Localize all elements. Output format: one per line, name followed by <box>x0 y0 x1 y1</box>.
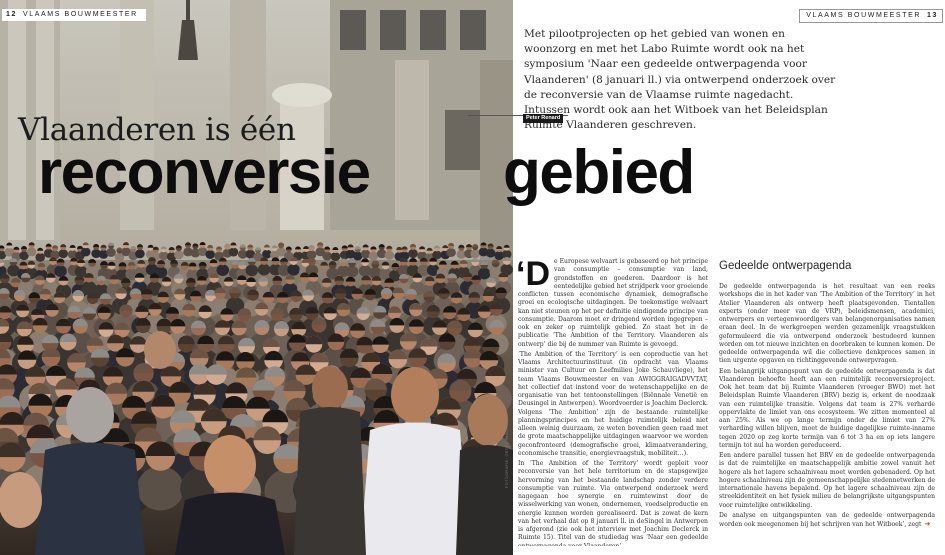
running-title-right: VLAAMS BOUWMEESTER <box>806 12 921 19</box>
running-header-right: VLAAMS BOUWMEESTER 13 <box>799 9 943 23</box>
body-paragraph-text: De analyse en uitgangspunten van de gede… <box>719 511 935 528</box>
page-number-left: 12 <box>6 11 17 18</box>
body-paragraph: In ‘The Ambition of the Territory’ wordt… <box>518 460 708 546</box>
body-paragraph: Een andere parallel tussen het BRV en de… <box>719 452 935 509</box>
body-paragraph-last: De analyse en uitgangspunten van de gede… <box>719 512 935 530</box>
body-paragraph: Een belangrijk uitgangspunt van de gedee… <box>719 367 935 449</box>
magazine-spread: 12 VLAAMS BOUWMEESTER VLAAMS BOUWMEESTER 1… <box>0 0 945 555</box>
crowd-photo-illustration <box>0 0 513 555</box>
crowd-photo <box>0 0 513 555</box>
photo-credit: FOTOGRAFIE: GETTY IMAGES <box>505 423 509 488</box>
page-number-right: 13 <box>927 12 938 19</box>
drop-cap: ‘D <box>518 258 550 293</box>
running-header-left: 12 VLAAMS BOUWMEESTER <box>2 9 146 21</box>
running-title-left: VLAAMS BOUWMEESTER <box>23 11 138 18</box>
article-column-1: ‘D e Europese welvaart is gebaseerd op h… <box>518 258 708 546</box>
section-heading: Gedeelde ontwerpagenda <box>719 260 852 272</box>
body-paragraph: ‘The Ambition of the Territory’ is een c… <box>518 350 708 457</box>
author-byline: Peter Renard <box>523 114 564 123</box>
article-column-2: Gedeelde ontwerpagenda De gedeelde ontwe… <box>719 258 935 548</box>
continue-arrow-icon: ➔ <box>924 520 931 528</box>
headline-line-2: reconversie <box>38 138 371 207</box>
body-paragraph: De gedeelde ontwerpagenda is het resulta… <box>719 283 935 365</box>
intro-paragraph: Met pilootprojecten op het gebied van wo… <box>524 28 836 132</box>
headline-line-3: gebied <box>503 138 695 207</box>
